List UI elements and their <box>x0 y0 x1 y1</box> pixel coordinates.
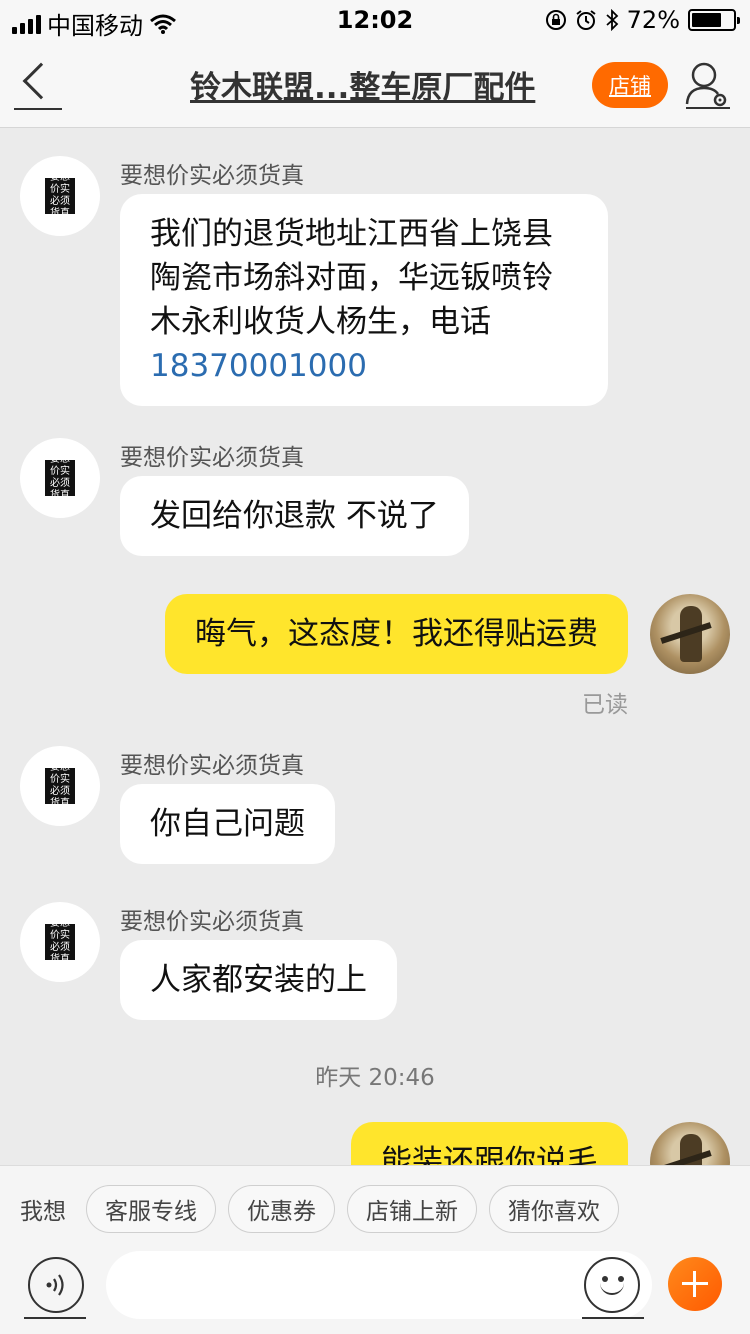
chip-new-arrivals[interactable]: 店铺上新 <box>347 1184 477 1233</box>
read-status: 已读 <box>582 692 628 718</box>
sender-name: 要想价实必须货真 <box>120 445 304 471</box>
shop-button[interactable]: 店铺 <box>592 62 668 108</box>
alarm-icon <box>576 10 596 30</box>
incoming-message[interactable]: 人家都安装的上 <box>120 940 397 1020</box>
shop-logo: 要想 价实 必须 货真 <box>45 454 75 501</box>
message-input[interactable] <box>106 1251 652 1319</box>
bluetooth-icon <box>606 9 618 31</box>
incoming-message[interactable]: 我们的退货地址江西省上饶县陶瓷市场斜对面，华远钣喷铃木永利收货人杨生，电话 183… <box>120 194 608 406</box>
user-settings-icon <box>685 62 730 109</box>
battery-percent: 72% <box>626 6 680 34</box>
chevron-left-icon <box>22 62 60 100</box>
chip-coupons[interactable]: 优惠券 <box>228 1184 335 1233</box>
chat-area[interactable]: 要想 价实 必须 货真 要想价实必须货真 我们的退货地址江西省上饶县陶瓷市场斜对面，华… <box>0 129 750 1165</box>
emoji-button[interactable] <box>584 1257 640 1313</box>
back-button[interactable] <box>14 58 62 110</box>
status-bar: 中国移动 12:02 72% <box>0 0 750 40</box>
user-settings-button[interactable] <box>684 60 730 110</box>
voice-icon <box>46 1274 64 1296</box>
shop-avatar[interactable]: 要想 价实 必须 货真 <box>20 438 100 518</box>
outgoing-message[interactable]: 能装还跟你说毛 <box>351 1122 628 1165</box>
message-text: 我们的退货地址江西省上饶县陶瓷市场斜对面，华远钣喷铃木永利收货人杨生，电话 <box>150 216 553 340</box>
message-text: 人家都安装的上 <box>150 962 367 998</box>
timestamp: 昨天 20:46 <box>315 1065 435 1091</box>
rotation-lock-icon <box>545 10 566 30</box>
message-text: 能装还跟你说毛 <box>381 1144 598 1165</box>
navigation-bar: 铃木联盟...整车原厂配件 店铺 <box>0 40 750 128</box>
incoming-message[interactable]: 发回给你退款 不说了 <box>120 476 469 556</box>
more-options-button[interactable] <box>668 1257 722 1311</box>
sender-name: 要想价实必须货真 <box>120 163 304 189</box>
incoming-message[interactable]: 你自己问题 <box>120 784 335 864</box>
my-avatar[interactable] <box>650 1122 730 1165</box>
shop-logo: 要想 价实 必须 货真 <box>45 762 75 809</box>
message-text: 你自己问题 <box>150 806 305 842</box>
shop-logo: 要想 价实 必须 货真 <box>45 172 75 219</box>
chip-recommendations[interactable]: 猜你喜欢 <box>489 1184 619 1233</box>
quick-bar-label: 我想 <box>20 1198 66 1225</box>
input-bar <box>0 1251 750 1334</box>
battery-icon <box>688 9 740 31</box>
phone-link[interactable]: 18370001000 <box>150 348 367 384</box>
message-text: 发回给你退款 不说了 <box>150 498 439 534</box>
shop-logo: 要想 价实 必须 货真 <box>45 918 75 965</box>
voice-input-button[interactable] <box>28 1257 84 1313</box>
chat-title[interactable]: 铃木联盟...整车原厂配件 <box>190 62 546 107</box>
shop-avatar[interactable]: 要想 价实 必须 货真 <box>20 746 100 826</box>
shop-avatar[interactable]: 要想 价实 必须 货真 <box>20 156 100 236</box>
outgoing-message[interactable]: 晦气，这态度！我还得贴运费 <box>165 594 628 674</box>
my-avatar[interactable] <box>650 594 730 674</box>
shop-avatar[interactable]: 要想 价实 必须 货真 <box>20 902 100 982</box>
chip-customer-service[interactable]: 客服专线 <box>86 1184 216 1233</box>
sender-name: 要想价实必须货真 <box>120 909 304 935</box>
message-text: 晦气，这态度！我还得贴运费 <box>195 616 598 652</box>
sender-name: 要想价实必须货真 <box>120 753 304 779</box>
quick-reply-bar: 我想 客服专线 优惠券 店铺上新 猜你喜欢 <box>0 1165 750 1251</box>
